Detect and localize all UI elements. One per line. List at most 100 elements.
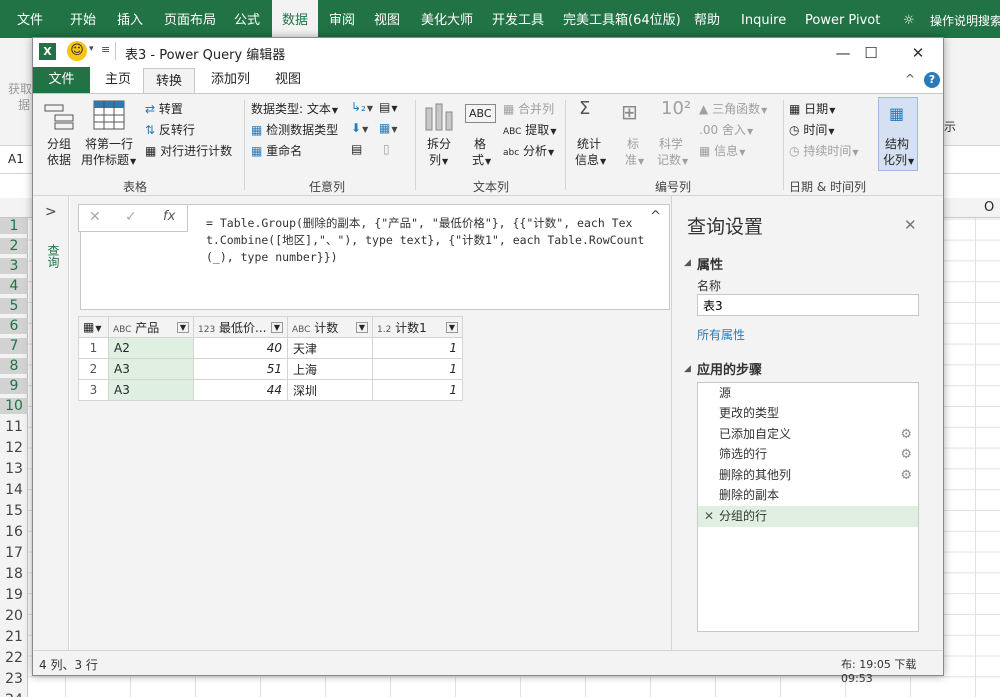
count-rows-button[interactable]: ▦ 对行进行计数	[145, 142, 232, 159]
gear-icon[interactable]: ⚙	[900, 424, 912, 445]
rename-button[interactable]: ▦ 重命名	[251, 142, 302, 159]
step-item-removed-other-columns[interactable]: 删除的其他列 ⚙	[698, 465, 918, 486]
row-num[interactable]: 21	[0, 629, 28, 645]
reverse-rows-button[interactable]: ⇅ 反转行	[145, 121, 195, 138]
quick-access-menu-icon[interactable]: ≡	[101, 43, 110, 56]
cell-min-price[interactable]: 44	[193, 379, 288, 401]
cell-count[interactable]: 天津	[287, 337, 373, 359]
trigonometry-button[interactable]: ▲ 三角函数▼	[699, 100, 767, 117]
rounding-button[interactable]: .00 舍入▼	[699, 121, 753, 138]
smiley-feedback-icon[interactable]: ☺	[67, 41, 87, 61]
row-num[interactable]: 14	[0, 482, 28, 498]
queries-pane-collapsed[interactable]: > 查询	[33, 196, 69, 650]
scientific-button-line2[interactable]: 记数▼	[657, 151, 688, 168]
column-header-count1[interactable]: 1.2 计数1 ▼	[372, 316, 463, 338]
use-first-row-as-headers-line2[interactable]: 用作标题▼	[81, 151, 136, 168]
statistics-button-line2[interactable]: 信息▼	[575, 151, 606, 168]
excel-tab-power-pivot[interactable]: Power Pivot	[805, 0, 880, 38]
split-column-line2[interactable]: 列▼	[429, 151, 448, 168]
statistics-button[interactable]: 统计	[577, 135, 601, 152]
time-button[interactable]: ◷ 时间▼	[789, 121, 834, 138]
cancel-formula-button[interactable]: ✕	[89, 209, 101, 225]
expand-queries-button[interactable]: >	[45, 204, 57, 220]
row-num[interactable]: 23	[0, 671, 28, 687]
filter-dropdown-icon[interactable]: ▼	[270, 321, 283, 333]
replace-values-icon[interactable]: ↳₂▼	[351, 100, 373, 114]
collapse-triangle-icon[interactable]: ◢	[684, 258, 691, 268]
detect-data-type-button[interactable]: ▦ 检测数据类型	[251, 121, 338, 138]
column-header-count[interactable]: ABC 计数 ▼	[287, 316, 373, 338]
pivot-column-icon[interactable]: ▦▼	[379, 121, 398, 135]
row-num[interactable]: 18	[0, 566, 28, 582]
split-column-button[interactable]: 拆分	[427, 135, 451, 152]
text-type-icon[interactable]: ABC	[113, 325, 131, 335]
row-num[interactable]: 20	[0, 608, 28, 624]
convert-to-list-icon[interactable]: ▯	[383, 142, 390, 156]
merge-columns-button[interactable]: ▦ 合并列	[503, 100, 554, 117]
filter-dropdown-icon[interactable]: ▼	[355, 321, 368, 333]
collapse-ribbon-icon[interactable]: ^	[905, 72, 915, 86]
tab-home[interactable]: 主页	[93, 67, 143, 93]
collapse-formula-button[interactable]: ^	[650, 209, 661, 224]
cell-count1[interactable]: 1	[372, 337, 463, 359]
maximize-button[interactable]: ☐	[851, 41, 891, 65]
table-row[interactable]: 1 A2 40 天津 1	[78, 337, 463, 359]
commit-formula-button[interactable]: ✓	[125, 209, 137, 225]
fx-button[interactable]: fx	[163, 209, 175, 224]
row-num[interactable]: 2	[0, 238, 28, 254]
close-settings-button[interactable]: ✕	[904, 216, 917, 234]
group-by-button[interactable]: 分组	[47, 135, 71, 152]
row-num[interactable]: 7	[0, 338, 28, 354]
gear-icon[interactable]: ⚙	[900, 444, 912, 465]
excel-tell-me-search[interactable]: 操作说明搜索	[930, 0, 1000, 38]
excel-tab-inquire[interactable]: Inquire	[741, 0, 786, 38]
row-num[interactable]: 15	[0, 503, 28, 519]
transpose-button[interactable]: ⇄ 转置	[145, 100, 183, 117]
parse-button[interactable]: abc 分析▼	[503, 142, 554, 159]
step-item-changed-type[interactable]: 更改的类型	[698, 403, 918, 424]
cell-min-price[interactable]: 51	[193, 358, 288, 380]
tab-file[interactable]: 文件	[33, 67, 90, 93]
move-icon[interactable]: ▤	[351, 142, 362, 156]
row-num[interactable]: 13	[0, 461, 28, 477]
chevron-down-icon[interactable]: ▾	[89, 44, 94, 54]
cell-count[interactable]: 深圳	[287, 379, 373, 401]
row-num[interactable]: 16	[0, 524, 28, 540]
use-first-row-as-headers-button[interactable]: 将第一行	[85, 135, 133, 152]
data-type-dropdown[interactable]: 数据类型: 文本▼	[251, 100, 338, 117]
excel-tab-toolbox[interactable]: 完美工具箱(64位版)	[563, 0, 681, 38]
filter-dropdown-icon[interactable]: ▼	[445, 321, 458, 333]
excel-tab-insert[interactable]: 插入	[117, 0, 143, 38]
excel-tab-help[interactable]: 帮助	[694, 0, 720, 38]
cell-count1[interactable]: 1	[372, 358, 463, 380]
step-item-removed-duplicates[interactable]: 删除的副本	[698, 485, 918, 506]
step-item-grouped-rows[interactable]: ✕ 分组的行	[698, 506, 918, 527]
column-header-product[interactable]: ABC 产品 ▼	[108, 316, 194, 338]
formula-text[interactable]: = Table.Group(删除的副本, {"产品", "最低价格"}, {{"…	[206, 215, 646, 266]
row-num[interactable]: 10	[0, 398, 28, 414]
duration-button[interactable]: ◷ 持续时间▼	[789, 142, 858, 159]
row-num[interactable]: 1	[0, 218, 28, 234]
information-button[interactable]: ▦ 信息▼	[699, 142, 745, 159]
filter-dropdown-icon[interactable]: ▼	[176, 321, 189, 333]
row-num[interactable]: 8	[0, 358, 28, 374]
tab-transform[interactable]: 转换	[143, 68, 196, 94]
cell-product[interactable]: A2	[108, 337, 194, 359]
row-num[interactable]: 19	[0, 587, 28, 603]
excel-tab-home[interactable]: 开始	[70, 0, 96, 38]
queries-label[interactable]: 查询	[45, 244, 62, 268]
step-item-source[interactable]: 源	[698, 383, 918, 404]
excel-tab-beautify[interactable]: 美化大师	[421, 0, 473, 38]
format-button[interactable]: 格	[474, 135, 486, 152]
format-button-line2[interactable]: 式▼	[472, 151, 491, 168]
row-num[interactable]: 9	[0, 378, 28, 394]
cell-min-price[interactable]: 40	[193, 337, 288, 359]
tab-add-column[interactable]: 添加列	[199, 67, 262, 93]
query-name-input[interactable]	[697, 294, 919, 316]
tab-view[interactable]: 视图	[263, 67, 313, 93]
close-button[interactable]: ✕	[898, 41, 938, 65]
table-menu-button[interactable]: ▦▼	[78, 316, 109, 338]
row-num[interactable]: 12	[0, 440, 28, 456]
text-type-icon[interactable]: ABC	[292, 325, 310, 335]
step-item-added-custom[interactable]: 已添加自定义 ⚙	[698, 424, 918, 445]
